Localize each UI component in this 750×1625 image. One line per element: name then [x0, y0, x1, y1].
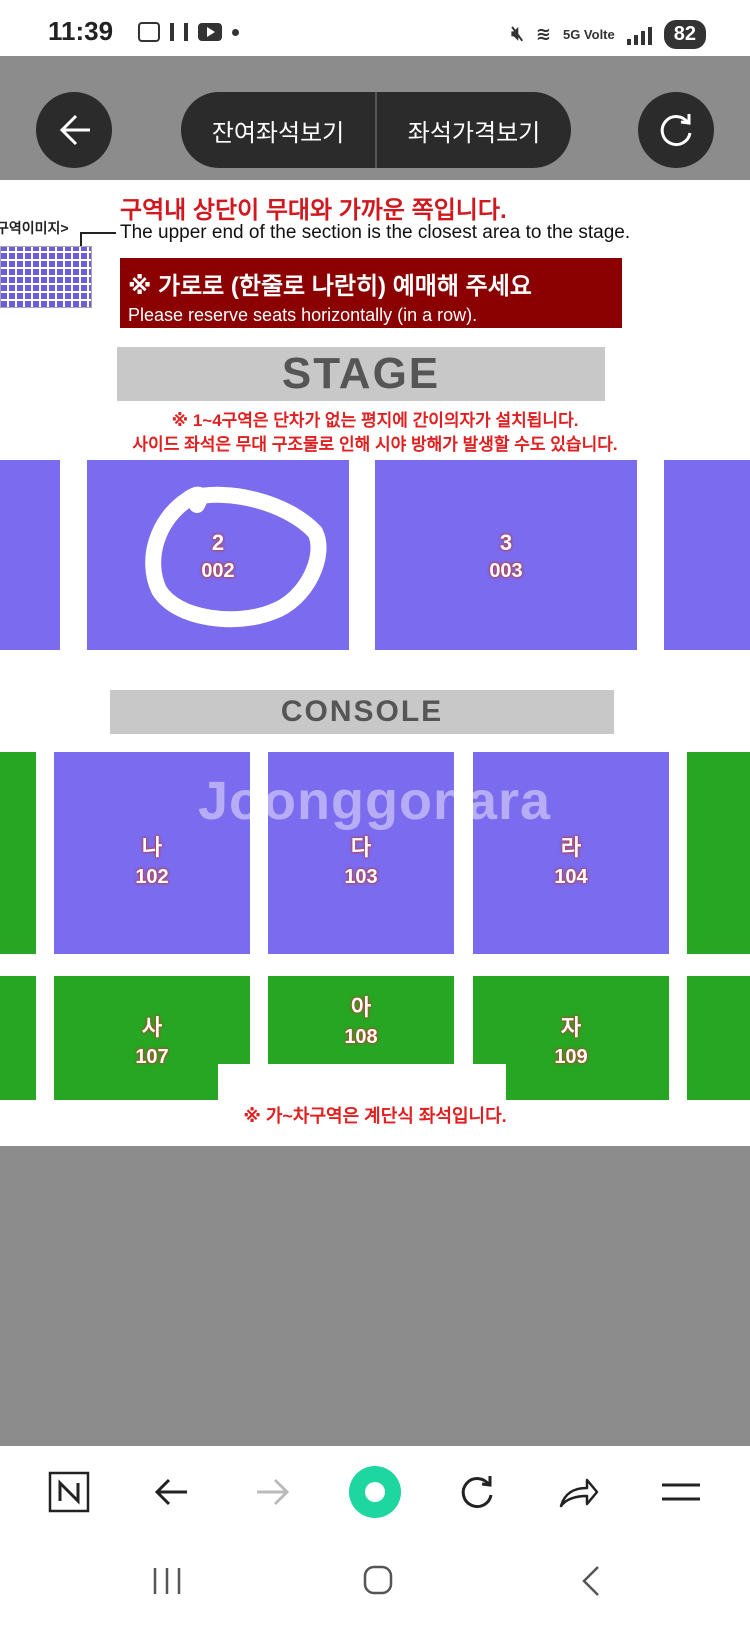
nav-forward-button[interactable]	[243, 1462, 303, 1522]
screenshot-icon	[138, 22, 160, 42]
section-102-label: 나 102	[54, 830, 250, 889]
more-notifications-dot-icon	[232, 28, 239, 36]
section-3[interactable]: 3 003	[375, 460, 637, 650]
system-back-icon[interactable]	[578, 1564, 604, 1598]
back-button[interactable]	[36, 92, 112, 168]
green-dot-button[interactable]	[345, 1462, 405, 1522]
wifi-icon: ≋	[535, 24, 551, 44]
floor-note-1: ※ 1~4구역은 단차가 없는 평지에 간이의자가 설치됩니다.	[171, 411, 579, 430]
section-image-thumbnail	[0, 246, 92, 308]
console-label: CONSOLE	[280, 695, 444, 728]
section-3-label: 3 003	[375, 530, 637, 583]
home-button[interactable]	[39, 1462, 99, 1522]
section-109-label: 자 109	[473, 1010, 669, 1069]
section-109-name: 자	[560, 1015, 582, 1040]
tier-note: ※ 가~차구역은 계단식 좌석입니다.	[243, 1106, 507, 1126]
console-block: CONSOLE	[110, 690, 614, 734]
view-toggle-group: 잔여좌석보기 좌석가격보기	[181, 92, 571, 168]
stage-direction-note-ko: 구역내 상단이 무대와 가까운 쪽입니다.	[120, 197, 507, 224]
status-time: 11:39	[48, 16, 114, 46]
youtube-icon	[198, 23, 222, 41]
recent-apps-icon[interactable]	[150, 1566, 184, 1596]
system-nav-bar	[0, 1538, 750, 1625]
status-bar: 11:39 🔇︎ ≋ 5G Volte 82	[0, 0, 750, 56]
share-button[interactable]	[549, 1462, 609, 1522]
section-107-label: 사 107	[54, 1010, 250, 1069]
section-103-label: 다 103	[268, 830, 454, 889]
section-102-name: 나	[141, 835, 163, 860]
browser-bottom-nav	[0, 1446, 750, 1538]
section-103-name: 다	[350, 835, 372, 860]
section-108[interactable]: 아 108	[268, 976, 454, 1064]
legend-connector	[80, 232, 116, 234]
section-104-label: 라 104	[473, 830, 669, 889]
section-103-code: 103	[344, 866, 378, 888]
nav-back-button[interactable]	[141, 1462, 201, 1522]
network-type-label: 5G Volte	[562, 27, 615, 42]
menu-button[interactable]	[651, 1462, 711, 1522]
home-icon[interactable]	[362, 1564, 394, 1596]
empty-area	[0, 1146, 750, 1446]
stage-block: STAGE	[117, 347, 605, 401]
arrow-left-icon	[154, 1478, 187, 1506]
tier-note-plate	[218, 1064, 506, 1100]
refresh-button[interactable]	[638, 92, 714, 168]
naver-n-icon	[48, 1471, 90, 1513]
section-108-code: 108	[344, 1026, 378, 1048]
reserve-banner-en: Please reserve seats horizontally (in a …	[128, 305, 478, 325]
seat-map-toolbar: 잔여좌석보기 좌석가격보기	[0, 56, 750, 180]
section-102-code: 102	[135, 866, 169, 888]
app-notification-icon	[170, 23, 188, 41]
section-4-partial[interactable]	[664, 460, 750, 650]
stage-direction-note-en: The upper end of the section is the clos…	[120, 222, 631, 243]
seat-prices-button[interactable]: 좌석가격보기	[377, 92, 571, 168]
section-3-name: 3	[499, 530, 513, 555]
watermark: Joonggonara	[198, 771, 552, 831]
section-104-code: 104	[554, 866, 588, 888]
section-110-partial[interactable]	[687, 976, 750, 1100]
hand-drawn-circle-mark	[145, 486, 327, 628]
remaining-seats-button[interactable]: 잔여좌석보기	[181, 92, 375, 168]
arrow-left-icon	[59, 114, 90, 146]
refresh-icon	[660, 114, 692, 147]
reserve-banner-ko: ※ 가로로 (한줄로 나란히) 예매해 주세요	[128, 273, 532, 300]
refresh-icon	[461, 1476, 493, 1509]
section-104-name: 라	[560, 835, 582, 860]
section-108-name: 아	[350, 995, 372, 1020]
mute-icon: 🔇︎	[511, 23, 524, 45]
section-107-name: 사	[141, 1015, 163, 1040]
share-icon	[559, 1478, 599, 1508]
reserve-horizontal-banner: ※ 가로로 (한줄로 나란히) 예매해 주세요 Please reserve s…	[120, 258, 622, 328]
nav-refresh-button[interactable]	[447, 1462, 507, 1522]
arrow-right-icon	[257, 1478, 290, 1506]
status-notification-icons	[138, 22, 239, 42]
menu-icon	[662, 1483, 700, 1501]
legend-connector-vertical	[80, 232, 82, 246]
section-108-label: 아 108	[268, 990, 454, 1049]
section-106-partial[interactable]	[0, 976, 36, 1100]
stage-label: STAGE	[281, 349, 441, 398]
section-image-label: 구역이미지>	[0, 220, 69, 236]
section-1-partial[interactable]	[0, 460, 60, 650]
battery-indicator: 82	[663, 20, 706, 49]
signal-icon	[626, 25, 652, 45]
section-105-partial[interactable]	[687, 752, 750, 954]
section-2[interactable]: 2 002	[87, 460, 349, 650]
section-101-partial[interactable]	[0, 752, 36, 954]
seat-map: 구역이미지> 구역내 상단이 무대와 가까운 쪽입니다. The upper e…	[0, 180, 750, 1146]
section-3-code: 003	[489, 560, 523, 582]
status-system-icons: 🔇︎ ≋ 5G Volte 82	[511, 20, 706, 49]
floor-note-2: 사이드 좌석은 무대 구조물로 인해 시야 방해가 발생할 수도 있습니다.	[132, 435, 618, 454]
green-dot-icon	[349, 1466, 401, 1518]
